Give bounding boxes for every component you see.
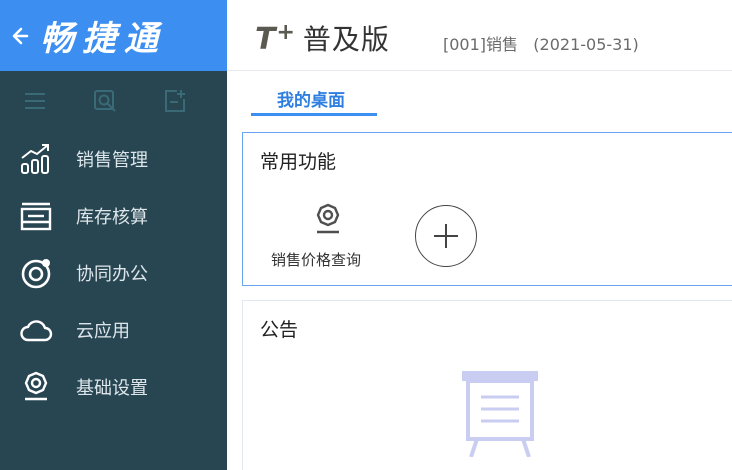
common-functions-panel: 常用功能 销售价格查询 xyxy=(242,132,732,286)
edition-label: 普及版 xyxy=(302,23,390,56)
collaboration-icon xyxy=(18,255,54,291)
sidebar-item-sales[interactable]: 销售管理 xyxy=(0,130,227,187)
logo-main: T xyxy=(255,22,276,57)
sidebar-item-cloud[interactable]: 云应用 xyxy=(0,301,227,358)
tab-bar: 我的桌面 xyxy=(227,72,732,118)
tab-my-desktop[interactable]: 我的桌面 xyxy=(277,86,345,111)
sidebar-item-label: 销售管理 xyxy=(76,149,148,171)
sidebar-nav: 销售管理 库存核算 协同办公 云应用 基础设置 xyxy=(0,130,227,415)
arrow-left-icon[interactable] xyxy=(4,0,32,71)
logo-plus: + xyxy=(276,20,295,45)
price-query-icon xyxy=(311,203,345,237)
function-item-label: 销售价格查询 xyxy=(271,251,362,269)
sidebar: 畅捷通 销售管理 库存核算 协同办公 云应用 基础设置 xyxy=(0,0,227,470)
sales-chart-icon xyxy=(18,141,54,177)
sidebar-item-label: 协同办公 xyxy=(76,263,148,285)
empty-notice-icon xyxy=(459,367,541,458)
sidebar-item-collaboration[interactable]: 协同办公 xyxy=(0,244,227,301)
menu-icon[interactable] xyxy=(22,88,48,114)
settings-icon xyxy=(18,369,54,405)
sidebar-toolbar xyxy=(0,80,227,122)
company-info[interactable]: [001]销售 (2021-05-31) xyxy=(443,31,639,55)
panel-title: 公告 xyxy=(260,319,299,341)
sidebar-item-label: 基础设置 xyxy=(76,377,148,399)
sidebar-item-label: 云应用 xyxy=(76,320,130,342)
tab-active-indicator xyxy=(251,113,377,116)
function-item-price-query[interactable]: 销售价格查询 xyxy=(271,203,387,271)
sidebar-item-label: 库存核算 xyxy=(76,206,148,228)
search-icon[interactable] xyxy=(92,88,118,114)
inventory-icon xyxy=(18,198,54,234)
notice-panel: 公告 xyxy=(242,300,732,470)
add-page-icon[interactable] xyxy=(162,88,188,114)
product-logo: T + 普及版 xyxy=(255,18,390,58)
brand-bar: 畅捷通 xyxy=(0,0,227,71)
app-header: T + 普及版 [001]销售 (2021-05-31) xyxy=(227,0,732,71)
cloud-icon xyxy=(18,312,54,348)
sidebar-item-settings[interactable]: 基础设置 xyxy=(0,358,227,415)
sidebar-item-inventory[interactable]: 库存核算 xyxy=(0,187,227,244)
brand-title: 畅捷通 xyxy=(40,19,166,59)
plus-circle-icon[interactable] xyxy=(415,205,477,267)
panel-title: 常用功能 xyxy=(260,151,337,173)
